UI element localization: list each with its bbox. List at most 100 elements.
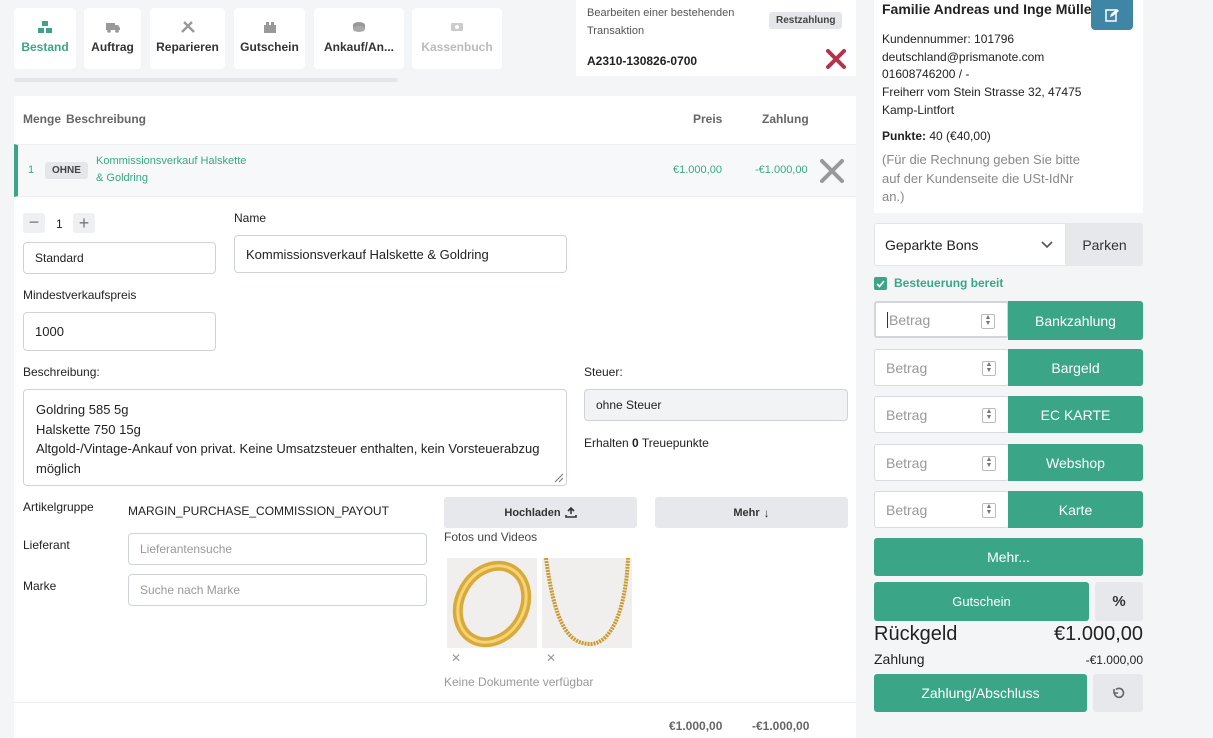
- tab-bestand[interactable]: Bestand: [14, 8, 76, 69]
- row-name-2[interactable]: & Goldring: [96, 172, 148, 184]
- main-panel: Menge Beschreibung Preis Zahlung 1 OHNE …: [14, 96, 856, 738]
- check-icon: [876, 279, 885, 288]
- more-button[interactable]: Mehr ↓: [655, 497, 848, 528]
- footer-divider: [14, 702, 856, 703]
- row-price: €1.000,00: [673, 164, 722, 176]
- supplier-label: Lieferant: [23, 538, 70, 552]
- stepper-icon[interactable]: ▲ ▼: [982, 361, 996, 376]
- webshop-payment-button[interactable]: Webshop: [1008, 444, 1143, 481]
- upload-icon: [564, 507, 577, 518]
- tax-badge: OHNE: [45, 162, 88, 179]
- parked-receipts-select[interactable]: Geparkte Bons: [874, 223, 1066, 266]
- stepper-icon[interactable]: ▲ ▼: [982, 456, 996, 471]
- stepper-icon[interactable]: ▲ ▼: [981, 314, 995, 329]
- customer-name: Familie Andreas und Inge Müller: [882, 1, 1097, 17]
- undo-icon: [1113, 687, 1125, 699]
- header-qty: Menge: [23, 112, 62, 126]
- cash-payment-button[interactable]: Bargeld: [1008, 349, 1143, 386]
- ec-card-payment-button[interactable]: EC KARTE: [1008, 396, 1143, 433]
- row-payment: -€1.000,00: [755, 164, 808, 176]
- gold-ring-image: [452, 560, 532, 648]
- transaction-number: A2310-130826-0700: [587, 54, 698, 68]
- header-price: Preis: [693, 112, 723, 126]
- photo-necklace[interactable]: [542, 557, 632, 648]
- stepper-icon[interactable]: ▲ ▼: [982, 408, 996, 423]
- header-description: Beschreibung: [66, 112, 147, 126]
- tab-reparieren[interactable]: Reparieren: [150, 8, 225, 69]
- inventory-icon: [38, 21, 52, 33]
- brand-search-input[interactable]: Suche nach Marke: [128, 574, 427, 606]
- undo-button[interactable]: [1093, 674, 1143, 712]
- chevron-down-icon: [1041, 241, 1053, 249]
- remove-item-icon[interactable]: [819, 158, 845, 184]
- tabs-scrollbar[interactable]: [14, 78, 398, 82]
- min-price-input[interactable]: 1000: [23, 312, 216, 351]
- arrow-down-icon: ↓: [763, 505, 770, 520]
- edit-icon: [1105, 9, 1119, 22]
- customer-number: Kundennummer: 101796: [882, 32, 1015, 46]
- webshop-amount-input[interactable]: Betrag ▲ ▼: [874, 444, 1009, 481]
- tax-select[interactable]: ohne Steuer: [584, 389, 848, 421]
- tax-ready-label: Besteuerung bereit: [894, 276, 1004, 290]
- change-value: €1.000,00: [1054, 623, 1143, 645]
- close-transaction-icon[interactable]: [825, 48, 847, 70]
- tools-icon: [180, 21, 195, 33]
- ec-amount-input[interactable]: Betrag ▲ ▼: [874, 396, 1009, 433]
- customer-email: deutschland@prismanote.com: [882, 49, 1045, 64]
- card-payment-button[interactable]: Karte: [1008, 491, 1143, 528]
- remove-photo-ring-icon[interactable]: ✕: [446, 648, 466, 668]
- resize-handle-icon[interactable]: [552, 471, 564, 483]
- transaction-box: Bearbeiten einer bestehenden Transaktion…: [576, 0, 856, 76]
- tab-auftrag[interactable]: Auftrag: [84, 8, 141, 69]
- photo-ring[interactable]: [447, 558, 537, 648]
- decrease-qty-button[interactable]: −: [23, 213, 45, 233]
- tab-ankauf[interactable]: Ankauf/An...: [314, 8, 404, 69]
- no-documents-text: Keine Dokumente verfügbar: [444, 675, 594, 689]
- customer-address-1: Freiherr vom Stein Strasse 32, 47475: [882, 85, 1082, 100]
- description-textarea[interactable]: Goldring 585 5g Halskette 750 15g Altgol…: [23, 389, 567, 486]
- type-select[interactable]: Standard: [23, 242, 216, 274]
- percent-icon: %: [1112, 593, 1126, 610]
- table-row[interactable]: 1 OHNE Kommissionsverkauf Halskette & Go…: [14, 144, 856, 197]
- description-label: Beschreibung:: [23, 365, 100, 379]
- qty-value[interactable]: 1: [56, 217, 63, 231]
- vat-note: (Für die Rechnung geben Sie bitte auf de…: [882, 152, 1081, 204]
- gift-card-icon: [263, 22, 276, 33]
- payment-label: Zahlung: [874, 651, 925, 667]
- customer-points: Punkte: 40 (€40,00): [882, 129, 991, 143]
- name-input[interactable]: Kommissionsverkauf Halskette & Goldring: [234, 235, 567, 273]
- increase-qty-button[interactable]: +: [73, 213, 95, 233]
- transaction-info: Bearbeiten einer bestehenden Transaktion: [587, 7, 735, 37]
- bank-payment-button[interactable]: Bankzahlung: [1008, 301, 1143, 340]
- cash-register-icon: [451, 23, 463, 31]
- edit-customer-button[interactable]: [1091, 0, 1133, 30]
- header-payment: Zahlung: [762, 112, 809, 126]
- remove-photo-necklace-icon[interactable]: ✕: [541, 648, 561, 668]
- supplier-search-input[interactable]: Lieferantensuche: [128, 533, 427, 565]
- row-qty: 1: [28, 164, 35, 176]
- cash-amount-input[interactable]: Betrag ▲ ▼: [874, 349, 1009, 386]
- voucher-button[interactable]: Gutschein: [874, 582, 1089, 621]
- park-button[interactable]: Parken: [1066, 223, 1143, 266]
- customer-card: Familie Andreas und Inge Müller Kundennu…: [874, 0, 1143, 213]
- row-name-1[interactable]: Kommissionsverkauf Halskette: [96, 155, 246, 167]
- gold-necklace-image: [544, 557, 630, 647]
- coins-icon: [353, 22, 365, 32]
- tab-gutschein[interactable]: Gutschein: [234, 8, 305, 69]
- tax-ready-checkbox[interactable]: [874, 277, 887, 290]
- tab-kassenbuch: Kassenbuch: [412, 8, 502, 69]
- payment-value: -€1.000,00: [1085, 653, 1143, 667]
- card-amount-input[interactable]: Betrag ▲ ▼: [874, 491, 1009, 528]
- customer-phone: 01608746200 / -: [882, 67, 970, 82]
- truck-icon: [105, 23, 120, 33]
- bank-amount-input[interactable]: Betrag ▲ ▼: [874, 301, 1009, 338]
- loyalty-points-text: Erhalten 0 Treuepunkte: [584, 436, 709, 450]
- more-payment-methods-button[interactable]: Mehr...: [874, 538, 1143, 576]
- change-label: Rückgeld: [874, 623, 958, 645]
- discount-button[interactable]: %: [1095, 582, 1143, 621]
- stepper-icon[interactable]: ▲ ▼: [982, 503, 996, 518]
- upload-button[interactable]: Hochladen: [444, 497, 637, 528]
- photos-label: Fotos und Videos: [444, 530, 538, 544]
- customer-address-2: Kamp-Lintfort: [882, 102, 955, 117]
- finish-payment-button[interactable]: Zahlung/Abschluss: [874, 674, 1087, 712]
